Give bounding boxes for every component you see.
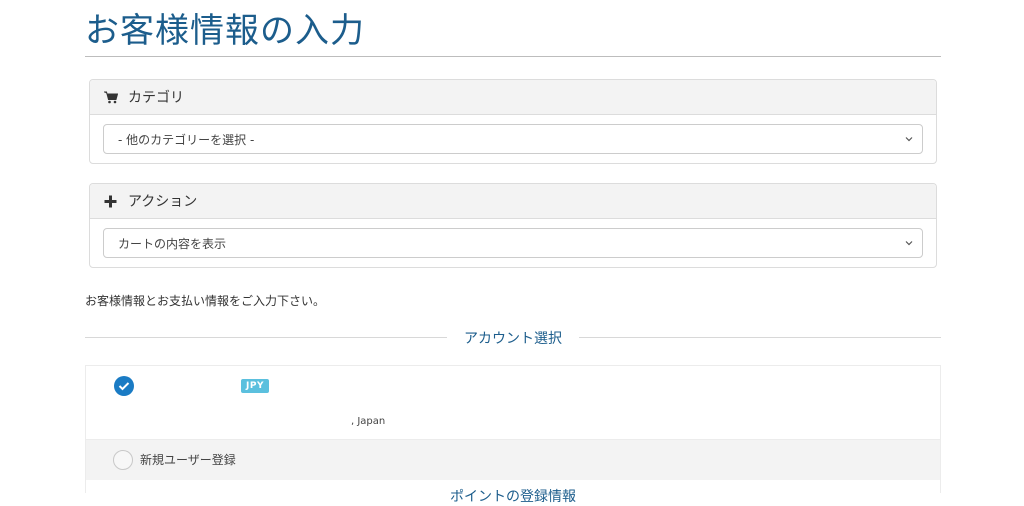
action-panel-header: アクション (90, 184, 936, 219)
account-section-title: アカウント選択 (464, 331, 562, 347)
action-panel: アクション カートの内容を表示 (89, 183, 937, 268)
account-address: , Japan (351, 416, 386, 427)
currency-badge: JPY (241, 379, 269, 393)
plus-icon (104, 194, 118, 208)
account-section-divider: アカウント選択 (85, 328, 941, 348)
category-select-value: - 他のカテゴリーを選択 - (118, 132, 255, 147)
chevron-down-icon (904, 238, 914, 248)
intro-text: お客様情報とお支払い情報をご入力下さい。 (85, 294, 326, 308)
account-list: JPY , Japan 新規ユーザー登録 (85, 365, 941, 493)
action-select[interactable]: カートの内容を表示 (103, 228, 923, 258)
action-select-value: カートの内容を表示 (118, 236, 227, 251)
chevron-down-icon (904, 134, 914, 144)
check-circle-icon[interactable] (114, 376, 134, 396)
action-panel-title: アクション (128, 194, 198, 210)
radio-button[interactable] (113, 450, 133, 470)
category-panel-title: カテゴリ (128, 90, 184, 106)
category-panel-header: カテゴリ (90, 80, 936, 115)
divider-line-right (579, 337, 941, 338)
category-panel: カテゴリ - 他のカテゴリーを選択 - (89, 79, 937, 164)
new-user-label[interactable]: 新規ユーザー登録 (140, 451, 236, 468)
page-title: お客様情報の入力 (85, 11, 365, 51)
account-option-new-user[interactable]: 新規ユーザー登録 (86, 439, 940, 480)
next-section-title: ポイントの登録情報 (450, 489, 576, 505)
account-option-selected[interactable]: JPY , Japan (86, 366, 940, 439)
cart-icon (104, 90, 118, 104)
category-select[interactable]: - 他のカテゴリーを選択 - (103, 124, 923, 154)
title-divider (85, 56, 941, 57)
